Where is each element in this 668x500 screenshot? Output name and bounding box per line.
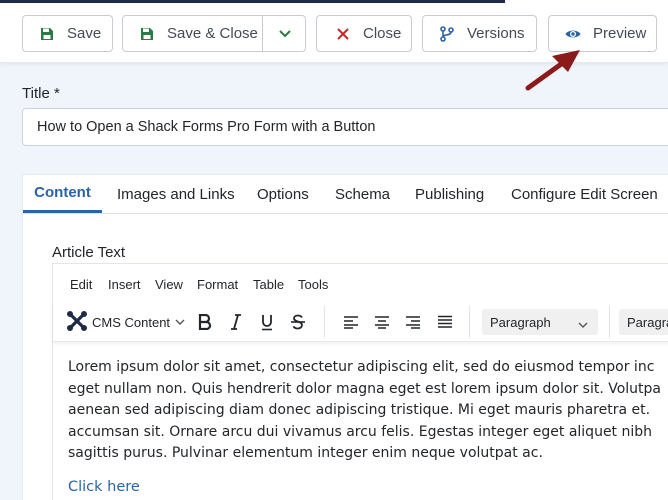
menu-insert[interactable]: Insert — [108, 277, 141, 292]
save-close-button[interactable]: Save & Close — [122, 15, 306, 52]
bold-icon[interactable] — [194, 310, 216, 334]
title-input[interactable] — [22, 108, 668, 146]
tab-bar: Content Images and Links Options Schema … — [23, 175, 668, 214]
paragraph-line: eget nullam non. Quis hendrerit dolor ma… — [68, 380, 661, 397]
save-icon — [39, 26, 55, 42]
preview-button[interactable]: Preview — [548, 15, 657, 52]
paragraph-line: aenean sed adipiscing diam donec adipisc… — [68, 402, 651, 418]
eye-icon — [565, 26, 581, 42]
block-format-select[interactable]: Paragraph — [482, 309, 598, 335]
menu-table[interactable]: Table — [253, 277, 284, 292]
chevron-down-icon — [175, 319, 185, 326]
title-label: Title * — [22, 85, 60, 102]
strikethrough-icon[interactable] — [287, 310, 309, 334]
close-button[interactable]: Close — [316, 15, 412, 52]
tab-configure-edit-screen[interactable]: Configure Edit Screen — [511, 175, 658, 213]
underline-icon[interactable] — [256, 310, 278, 334]
align-left-icon[interactable] — [340, 310, 362, 334]
paragraph-line: accumsan sit. Ornare arcu dui vivamus ar… — [68, 423, 653, 440]
tab-publishing[interactable]: Publishing — [415, 175, 484, 213]
tab-schema[interactable]: Schema — [335, 175, 390, 213]
tab-options[interactable]: Options — [257, 175, 309, 213]
tab-content[interactable]: Content — [23, 175, 102, 213]
editor-body[interactable]: Lorem ipsum dolor sit amet, consectetur … — [68, 357, 668, 465]
editor-format-toolbar: CMS Content Paragraph Paragr — [53, 302, 668, 342]
align-justify-icon[interactable] — [434, 310, 456, 334]
save-icon — [139, 26, 155, 42]
align-right-icon[interactable] — [402, 310, 424, 334]
versions-button[interactable]: Versions — [422, 15, 537, 52]
tab-images-and-links[interactable]: Images and Links — [117, 175, 235, 213]
branch-icon — [439, 25, 455, 42]
menu-edit[interactable]: Edit — [70, 277, 92, 292]
menu-tools[interactable]: Tools — [298, 277, 328, 292]
paragraph-line: sagittis purus. Pulvinar elementum integ… — [68, 445, 543, 461]
font-select[interactable]: Paragra — [619, 309, 668, 335]
italic-icon[interactable] — [225, 310, 247, 334]
annotation-arrow — [525, 50, 580, 91]
editor-menubar: Edit Insert View Format Table Tools — [53, 264, 668, 302]
save-button[interactable]: Save — [22, 15, 113, 52]
joomla-icon — [66, 310, 88, 335]
chevron-down-icon — [578, 317, 588, 332]
article-text-label: Article Text — [52, 244, 126, 261]
click-here-link[interactable]: Click here — [68, 479, 140, 495]
close-icon — [335, 26, 351, 42]
menu-format[interactable]: Format — [197, 277, 238, 292]
menu-view[interactable]: View — [155, 277, 183, 292]
align-center-icon[interactable] — [371, 310, 393, 334]
chevron-down-icon[interactable] — [263, 16, 306, 51]
paragraph-line: Lorem ipsum dolor sit amet, consectetur … — [68, 359, 655, 375]
rich-text-editor: Edit Insert View Format Table Tools CMS … — [52, 263, 668, 500]
cms-content-dropdown[interactable]: CMS Content — [66, 310, 188, 334]
